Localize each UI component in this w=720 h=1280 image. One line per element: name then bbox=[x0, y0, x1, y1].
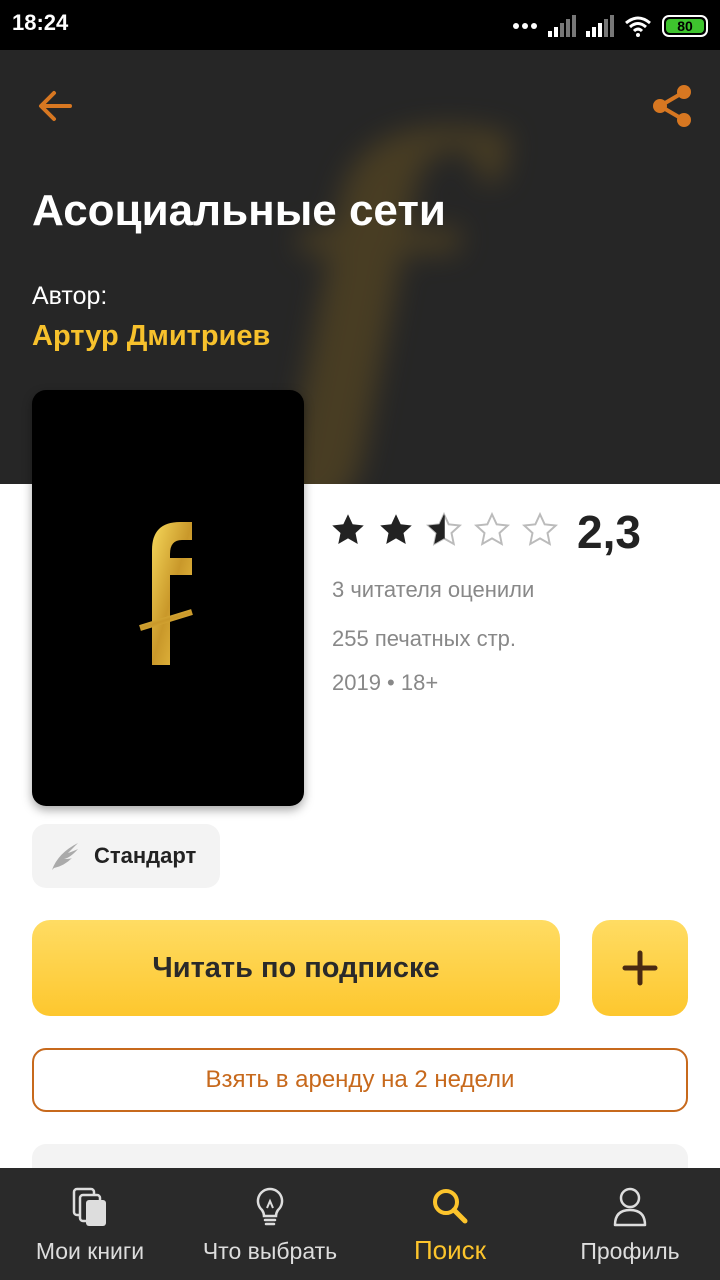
nav-search[interactable]: Поиск bbox=[360, 1168, 540, 1280]
star-filled-icon bbox=[380, 514, 412, 544]
page-count: 255 печатных стр. bbox=[332, 626, 517, 651]
add-to-shelf-button[interactable] bbox=[592, 920, 688, 1016]
status-time: 18:24 bbox=[12, 10, 69, 35]
plus-icon bbox=[622, 950, 658, 986]
book-title: Асоциальные сети bbox=[32, 186, 446, 235]
battery-icon: 80 bbox=[662, 15, 708, 37]
wing-icon bbox=[52, 843, 78, 870]
badge-label: Стандарт bbox=[94, 843, 197, 868]
rating-value: 2,3 bbox=[577, 506, 641, 558]
star-filled-icon bbox=[332, 514, 364, 544]
author-label: Автор: bbox=[32, 282, 108, 310]
nav-label-search: Поиск bbox=[413, 1235, 487, 1265]
star-half-icon bbox=[426, 512, 462, 546]
rating-stars bbox=[330, 512, 558, 548]
search-icon bbox=[433, 1189, 468, 1224]
nav-label-my-books: Мои книги bbox=[35, 1238, 145, 1264]
signal-icon-2 bbox=[586, 15, 614, 37]
ratings-count: 3 читателя оценили bbox=[332, 577, 535, 602]
author-link[interactable]: Артур Дмитриев bbox=[32, 320, 270, 353]
status-bar: 18:24 80 bbox=[0, 0, 720, 50]
read-subscription-button[interactable]: Читать по подписке bbox=[32, 920, 560, 1016]
star-empty-icon bbox=[522, 512, 558, 546]
subscription-badge: Стандарт bbox=[32, 824, 220, 888]
nav-my-books[interactable]: Мои книги bbox=[0, 1168, 180, 1280]
lightbulb-icon bbox=[256, 1187, 284, 1226]
star-empty-icon bbox=[474, 512, 510, 546]
back-arrow-icon[interactable] bbox=[34, 84, 78, 128]
share-icon[interactable] bbox=[650, 82, 694, 130]
book-cover[interactable] bbox=[32, 390, 304, 806]
status-icons: 80 bbox=[512, 12, 708, 40]
year-age-rating: 2019 • 18+ bbox=[332, 670, 439, 695]
nav-profile[interactable]: Профиль bbox=[540, 1168, 720, 1280]
wifi-icon bbox=[625, 16, 651, 37]
nav-label-profile: Профиль bbox=[580, 1238, 680, 1264]
battery-level: 80 bbox=[666, 18, 704, 34]
signal-icon bbox=[548, 15, 576, 37]
more-dots-icon bbox=[513, 23, 537, 29]
profile-icon bbox=[613, 1187, 647, 1227]
books-icon bbox=[72, 1187, 106, 1226]
bottom-nav: Мои книги Что выбрать Поиск Профиль bbox=[0, 1168, 720, 1280]
nav-label-what-to-choose: Что выбрать bbox=[202, 1238, 338, 1264]
rent-button[interactable]: Взять в аренду на 2 недели bbox=[32, 1048, 688, 1112]
cover-f-logo bbox=[139, 522, 193, 665]
nav-what-to-choose[interactable]: Что выбрать bbox=[180, 1168, 360, 1280]
